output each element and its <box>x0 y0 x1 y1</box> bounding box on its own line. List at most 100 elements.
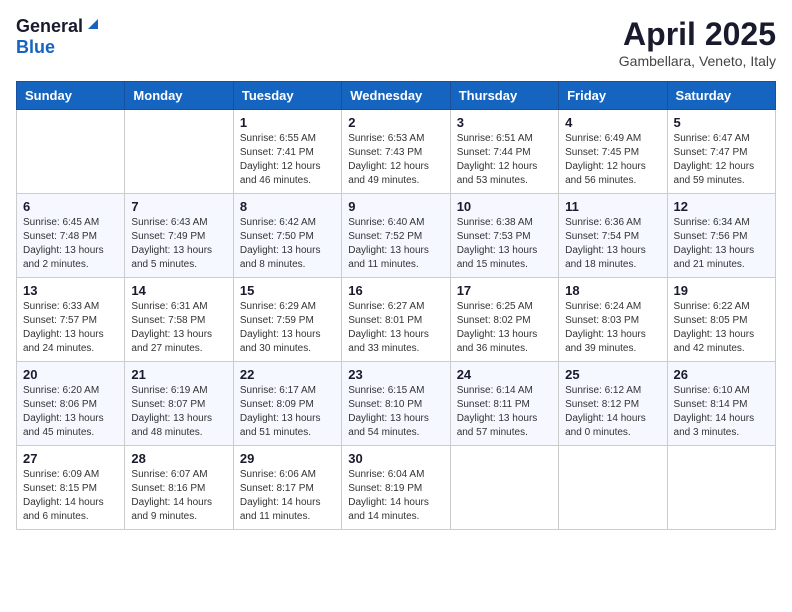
calendar-cell: 10 Sunrise: 6:38 AM Sunset: 7:53 PM Dayli… <box>450 194 558 278</box>
calendar-header-row: SundayMondayTuesdayWednesdayThursdayFrid… <box>17 82 776 110</box>
column-header-sunday: Sunday <box>17 82 125 110</box>
column-header-thursday: Thursday <box>450 82 558 110</box>
day-info: Sunrise: 6:49 AM Sunset: 7:45 PM Dayligh… <box>565 132 660 188</box>
page-header: General Blue April 2025 Gambellara, Vene… <box>16 16 776 69</box>
calendar-cell <box>17 110 125 194</box>
day-info: Sunrise: 6:12 AM Sunset: 8:12 PM Dayligh… <box>565 384 660 440</box>
column-header-saturday: Saturday <box>667 82 775 110</box>
day-number: 29 <box>240 451 335 466</box>
column-header-wednesday: Wednesday <box>342 82 450 110</box>
title-section: April 2025 Gambellara, Veneto, Italy <box>619 16 776 69</box>
calendar-cell <box>450 446 558 530</box>
calendar-cell: 29 Sunrise: 6:06 AM Sunset: 8:17 PM Dayli… <box>233 446 341 530</box>
day-info: Sunrise: 6:31 AM Sunset: 7:58 PM Dayligh… <box>131 300 226 356</box>
day-number: 25 <box>565 367 660 382</box>
calendar-cell: 4 Sunrise: 6:49 AM Sunset: 7:45 PM Daylig… <box>559 110 667 194</box>
day-number: 3 <box>457 115 552 130</box>
day-number: 1 <box>240 115 335 130</box>
logo: General Blue <box>16 16 101 58</box>
calendar-cell: 15Sunrise: 6:29 AM Sunset: 7:59 PM Dayli… <box>233 278 341 362</box>
day-info: Sunrise: 6:15 AM Sunset: 8:10 PM Dayligh… <box>348 384 443 440</box>
calendar-week-row: 13 Sunrise: 6:33 AM Sunset: 7:57 PM Dayli… <box>17 278 776 362</box>
day-info: Sunrise: 6:42 AM Sunset: 7:50 PM Dayligh… <box>240 216 335 272</box>
day-number: 12 <box>674 199 769 214</box>
day-info: Sunrise: 6:33 AM Sunset: 7:57 PM Dayligh… <box>23 300 118 356</box>
calendar-cell: 14 Sunrise: 6:31 AM Sunset: 7:58 PM Dayli… <box>125 278 233 362</box>
day-info: Sunrise: 6:25 AM Sunset: 8:02 PM Dayligh… <box>457 300 552 356</box>
calendar-cell: 5Sunrise: 6:47 AM Sunset: 7:47 PM Daylig… <box>667 110 775 194</box>
day-number: 2 <box>348 115 443 130</box>
day-info: Sunrise: 6:09 AM Sunset: 8:15 PM Dayligh… <box>23 468 118 524</box>
day-number: 16 <box>348 283 443 298</box>
day-info: Sunrise: 6:27 AM Sunset: 8:01 PM Dayligh… <box>348 300 443 356</box>
calendar-cell: 21Sunrise: 6:19 AM Sunset: 8:07 PM Dayli… <box>125 362 233 446</box>
day-number: 10 <box>457 199 552 214</box>
day-info: Sunrise: 6:47 AM Sunset: 7:47 PM Dayligh… <box>674 132 769 188</box>
day-info: Sunrise: 6:04 AM Sunset: 8:19 PM Dayligh… <box>348 468 443 524</box>
calendar-week-row: 6Sunrise: 6:45 AM Sunset: 7:48 PM Daylig… <box>17 194 776 278</box>
calendar-cell: 25 Sunrise: 6:12 AM Sunset: 8:12 PM Dayli… <box>559 362 667 446</box>
day-number: 14 <box>131 283 226 298</box>
day-number: 19 <box>674 283 769 298</box>
column-header-tuesday: Tuesday <box>233 82 341 110</box>
day-info: Sunrise: 6:38 AM Sunset: 7:53 PM Dayligh… <box>457 216 552 272</box>
day-info: Sunrise: 6:53 AM Sunset: 7:43 PM Dayligh… <box>348 132 443 188</box>
day-info: Sunrise: 6:43 AM Sunset: 7:49 PM Dayligh… <box>131 216 226 272</box>
day-number: 26 <box>674 367 769 382</box>
day-number: 18 <box>565 283 660 298</box>
calendar-cell <box>125 110 233 194</box>
calendar-cell: 17Sunrise: 6:25 AM Sunset: 8:02 PM Dayli… <box>450 278 558 362</box>
calendar-cell: 18 Sunrise: 6:24 AM Sunset: 8:03 PM Dayli… <box>559 278 667 362</box>
logo-blue: Blue <box>16 37 55 57</box>
day-number: 4 <box>565 115 660 130</box>
calendar-cell: 9Sunrise: 6:40 AM Sunset: 7:52 PM Daylig… <box>342 194 450 278</box>
calendar-week-row: 20 Sunrise: 6:20 AM Sunset: 8:06 PM Dayli… <box>17 362 776 446</box>
calendar-cell: 24 Sunrise: 6:14 AM Sunset: 8:11 PM Dayli… <box>450 362 558 446</box>
day-number: 22 <box>240 367 335 382</box>
calendar-cell: 28Sunrise: 6:07 AM Sunset: 8:16 PM Dayli… <box>125 446 233 530</box>
day-number: 20 <box>23 367 118 382</box>
day-number: 23 <box>348 367 443 382</box>
calendar-cell: 1 Sunrise: 6:55 AM Sunset: 7:41 PM Daylig… <box>233 110 341 194</box>
day-info: Sunrise: 6:51 AM Sunset: 7:44 PM Dayligh… <box>457 132 552 188</box>
day-info: Sunrise: 6:29 AM Sunset: 7:59 PM Dayligh… <box>240 300 335 356</box>
calendar-cell: 11Sunrise: 6:36 AM Sunset: 7:54 PM Dayli… <box>559 194 667 278</box>
day-number: 7 <box>131 199 226 214</box>
calendar-cell: 12Sunrise: 6:34 AM Sunset: 7:56 PM Dayli… <box>667 194 775 278</box>
day-info: Sunrise: 6:55 AM Sunset: 7:41 PM Dayligh… <box>240 132 335 188</box>
logo-triangle-icon <box>86 17 100 36</box>
day-number: 30 <box>348 451 443 466</box>
day-info: Sunrise: 6:24 AM Sunset: 8:03 PM Dayligh… <box>565 300 660 356</box>
column-header-friday: Friday <box>559 82 667 110</box>
calendar-cell <box>559 446 667 530</box>
day-info: Sunrise: 6:40 AM Sunset: 7:52 PM Dayligh… <box>348 216 443 272</box>
calendar-cell: 20 Sunrise: 6:20 AM Sunset: 8:06 PM Dayli… <box>17 362 125 446</box>
day-number: 8 <box>240 199 335 214</box>
calendar-week-row: 1 Sunrise: 6:55 AM Sunset: 7:41 PM Daylig… <box>17 110 776 194</box>
day-info: Sunrise: 6:20 AM Sunset: 8:06 PM Dayligh… <box>23 384 118 440</box>
day-info: Sunrise: 6:14 AM Sunset: 8:11 PM Dayligh… <box>457 384 552 440</box>
calendar-cell: 30 Sunrise: 6:04 AM Sunset: 8:19 PM Dayli… <box>342 446 450 530</box>
calendar-cell: 23 Sunrise: 6:15 AM Sunset: 8:10 PM Dayli… <box>342 362 450 446</box>
calendar-body: 1 Sunrise: 6:55 AM Sunset: 7:41 PM Daylig… <box>17 110 776 530</box>
day-info: Sunrise: 6:22 AM Sunset: 8:05 PM Dayligh… <box>674 300 769 356</box>
day-info: Sunrise: 6:10 AM Sunset: 8:14 PM Dayligh… <box>674 384 769 440</box>
day-info: Sunrise: 6:06 AM Sunset: 8:17 PM Dayligh… <box>240 468 335 524</box>
day-number: 24 <box>457 367 552 382</box>
location: Gambellara, Veneto, Italy <box>619 53 776 69</box>
calendar-cell: 3 Sunrise: 6:51 AM Sunset: 7:44 PM Daylig… <box>450 110 558 194</box>
day-info: Sunrise: 6:36 AM Sunset: 7:54 PM Dayligh… <box>565 216 660 272</box>
day-info: Sunrise: 6:19 AM Sunset: 8:07 PM Dayligh… <box>131 384 226 440</box>
month-title: April 2025 <box>619 16 776 53</box>
calendar-cell: 2 Sunrise: 6:53 AM Sunset: 7:43 PM Daylig… <box>342 110 450 194</box>
calendar-cell: 6Sunrise: 6:45 AM Sunset: 7:48 PM Daylig… <box>17 194 125 278</box>
calendar-cell: 7 Sunrise: 6:43 AM Sunset: 7:49 PM Daylig… <box>125 194 233 278</box>
calendar-cell: 16 Sunrise: 6:27 AM Sunset: 8:01 PM Dayli… <box>342 278 450 362</box>
calendar-cell: 22Sunrise: 6:17 AM Sunset: 8:09 PM Dayli… <box>233 362 341 446</box>
calendar-table: SundayMondayTuesdayWednesdayThursdayFrid… <box>16 81 776 530</box>
calendar-cell: 13 Sunrise: 6:33 AM Sunset: 7:57 PM Dayli… <box>17 278 125 362</box>
logo-general: General <box>16 16 83 37</box>
calendar-cell: 26 Sunrise: 6:10 AM Sunset: 8:14 PM Dayli… <box>667 362 775 446</box>
day-number: 13 <box>23 283 118 298</box>
column-header-monday: Monday <box>125 82 233 110</box>
